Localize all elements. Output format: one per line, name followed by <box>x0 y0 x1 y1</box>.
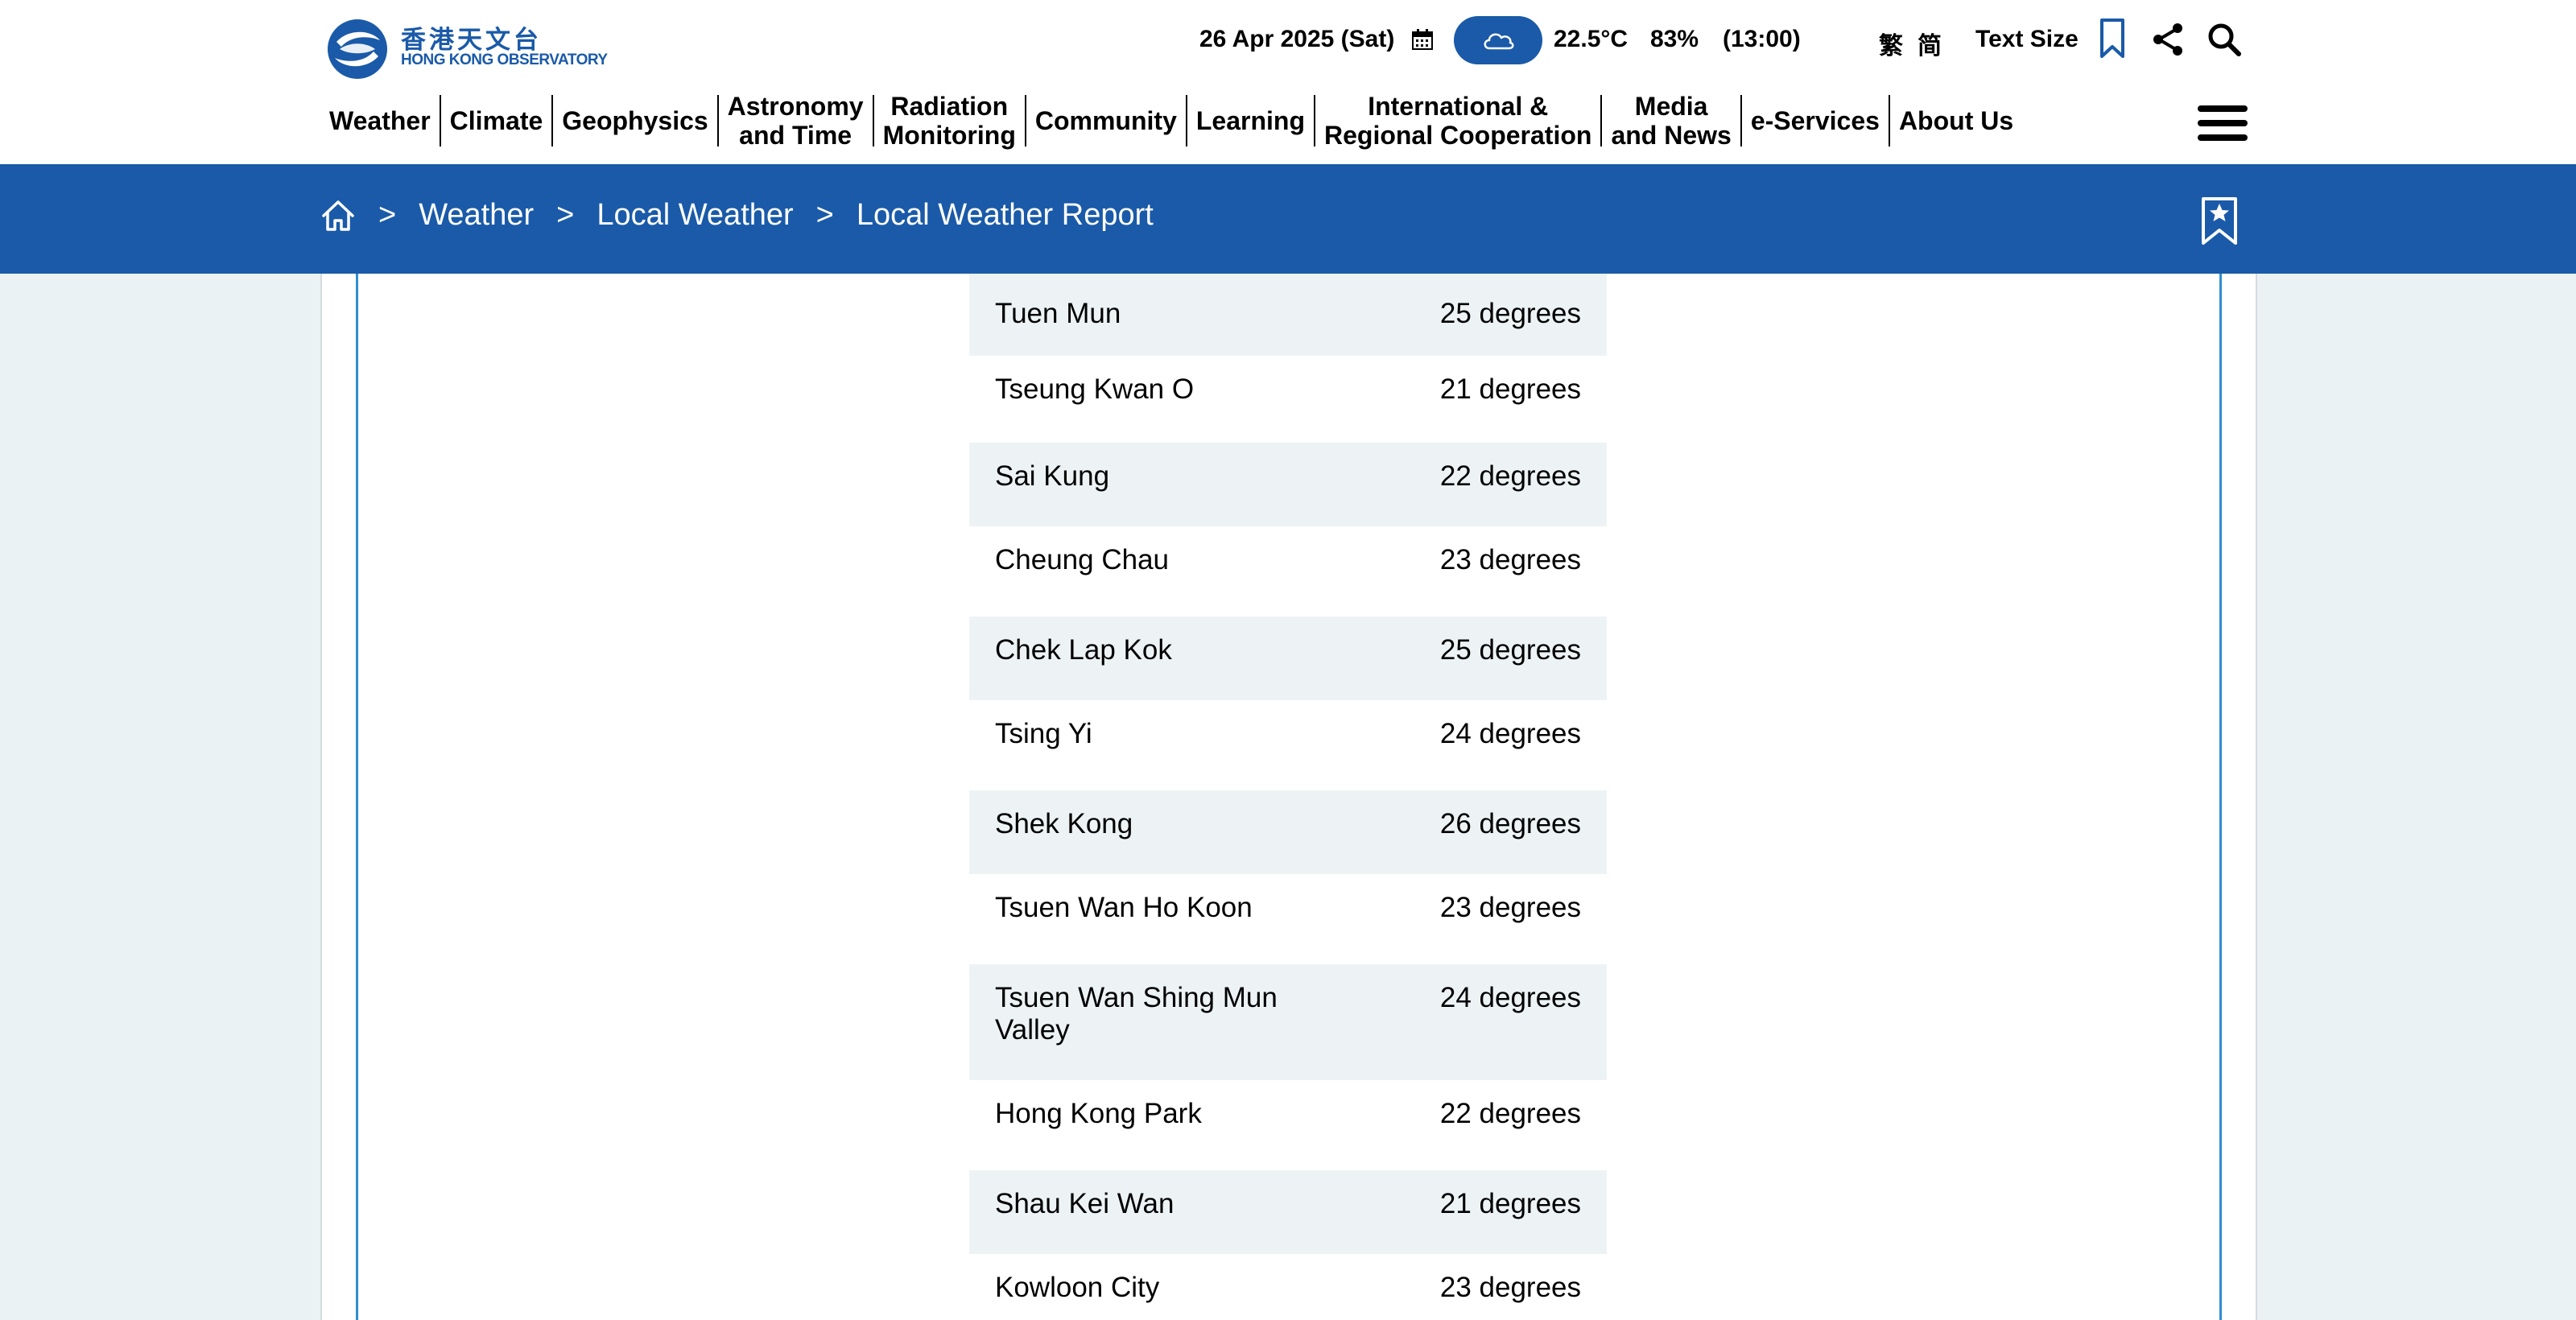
station-name: Tsing Yi <box>995 718 1092 749</box>
table-row: Shau Kei Wan 21 degrees <box>969 1170 1607 1254</box>
breadcrumb-weather[interactable]: Weather <box>419 198 534 233</box>
bookmark-star-icon[interactable] <box>2201 196 2238 246</box>
station-temperature: 25 degrees <box>1439 634 1581 666</box>
current-humidity: 83% <box>1650 26 1699 52</box>
nav-astronomy-and-time[interactable]: Astronomy and Time <box>719 92 873 150</box>
table-row: Tsing Yi 24 degrees <box>969 700 1607 790</box>
nav-media-and-news[interactable]: Media and News <box>1602 92 1740 150</box>
nav-learning[interactable]: Learning <box>1187 106 1314 135</box>
calendar-icon[interactable] <box>1412 29 1433 50</box>
nav-climate[interactable]: Climate <box>441 106 552 135</box>
breadcrumb-bar: > Weather > Local Weather > Local Weathe… <box>0 164 2576 274</box>
station-temperature: 21 degrees <box>1439 1188 1581 1219</box>
current-date: 26 Apr 2025 (Sat) <box>1199 26 1395 52</box>
station-name: Kowloon City <box>995 1272 1160 1303</box>
current-temperature: 22.5°C <box>1554 26 1629 52</box>
table-row: Kowloon City 23 degrees <box>969 1254 1607 1320</box>
station-temperature: 24 degrees <box>1439 718 1581 749</box>
lang-simplified-link[interactable]: 简 <box>1918 26 1942 61</box>
table-row: Tseung Kwan O 21 degrees <box>969 356 1607 443</box>
table-row: Hong Kong Park 22 degrees <box>969 1080 1607 1170</box>
station-temperature: 23 degrees <box>1439 1272 1581 1303</box>
cloud-icon <box>1484 33 1514 50</box>
table-row: Sai Kung 22 degrees <box>969 443 1607 526</box>
search-icon[interactable] <box>2207 23 2241 56</box>
share-icon[interactable] <box>2151 23 2185 56</box>
nav-weather[interactable]: Weather <box>320 106 440 135</box>
nav-about-us[interactable]: About Us <box>1890 106 2022 135</box>
observation-time: (13:00) <box>1723 26 1801 52</box>
station-name: Tsuen Wan Shing Mun Valley <box>995 982 1278 1046</box>
station-temperature: 24 degrees <box>1439 982 1581 1013</box>
table-row: Cheung Chau 23 degrees <box>969 526 1607 617</box>
table-row: Tuen Mun 25 degrees <box>969 274 1607 356</box>
text-size-button[interactable]: Text Size <box>1975 26 2079 53</box>
table-row: Chek Lap Kok 25 degrees <box>969 617 1607 700</box>
hko-emblem-icon <box>328 19 387 79</box>
station-temperature: 23 degrees <box>1439 892 1581 923</box>
lang-traditional-link[interactable]: 繁 <box>1879 26 1903 61</box>
station-name: Tseung Kwan O <box>995 373 1195 405</box>
breadcrumb-local-weather[interactable]: Local Weather <box>597 198 793 233</box>
station-name: Shau Kei Wan <box>995 1188 1174 1219</box>
top-header: 香港天文台 HONG KONG OBSERVATORY 26 Apr 2025 … <box>0 0 2576 164</box>
table-row: Tsuen Wan Ho Koon 23 degrees <box>969 874 1607 964</box>
logo-chinese-text: 香港天文台 <box>401 26 542 55</box>
station-temperature: 22 degrees <box>1439 460 1581 492</box>
menu-hamburger-icon[interactable] <box>2198 105 2248 141</box>
station-name: Tsuen Wan Ho Koon <box>995 892 1253 923</box>
station-name: Sai Kung <box>995 460 1110 492</box>
breadcrumb: > Weather > Local Weather > Local Weathe… <box>320 198 1154 233</box>
hko-logo[interactable]: 香港天文台 HONG KONG OBSERVATORY <box>320 18 618 80</box>
logo-english-text: HONG KONG OBSERVATORY <box>401 52 608 68</box>
breadcrumb-separator: > <box>556 198 575 232</box>
station-temperature: 26 degrees <box>1439 808 1581 839</box>
station-temperature: 21 degrees <box>1439 373 1581 405</box>
temperature-table: Tuen Mun 25 degrees Tseung Kwan O 21 deg… <box>969 274 1607 1320</box>
station-temperature: 25 degrees <box>1439 298 1581 329</box>
station-name: Cheung Chau <box>995 544 1169 575</box>
breadcrumb-separator: > <box>815 198 834 232</box>
nav-community[interactable]: Community <box>1026 106 1186 135</box>
nav-international-cooperation[interactable]: International & Regional Cooperation <box>1315 92 1600 150</box>
nav-geophysics[interactable]: Geophysics <box>553 106 716 135</box>
station-temperature: 22 degrees <box>1439 1098 1581 1129</box>
station-name: Shek Kong <box>995 808 1133 839</box>
nav-e-services[interactable]: e-Services <box>1742 106 1889 135</box>
table-row: Tsuen Wan Shing Mun Valley 24 degrees <box>969 964 1607 1080</box>
station-name: Tuen Mun <box>995 298 1121 329</box>
main-nav: Weather Climate Geophysics Astronomy and… <box>320 90 2022 151</box>
current-weather-button[interactable] <box>1454 16 1542 64</box>
station-name: Hong Kong Park <box>995 1098 1202 1129</box>
station-name: Chek Lap Kok <box>995 634 1172 666</box>
home-icon[interactable] <box>320 200 356 232</box>
breadcrumb-local-weather-report: Local Weather Report <box>856 198 1154 232</box>
breadcrumb-separator: > <box>378 198 397 232</box>
station-temperature: 23 degrees <box>1439 544 1581 575</box>
nav-radiation-monitoring[interactable]: Radiation Monitoring <box>874 92 1025 150</box>
table-row: Shek Kong 26 degrees <box>969 790 1607 874</box>
bookmark-icon[interactable] <box>2099 18 2125 60</box>
